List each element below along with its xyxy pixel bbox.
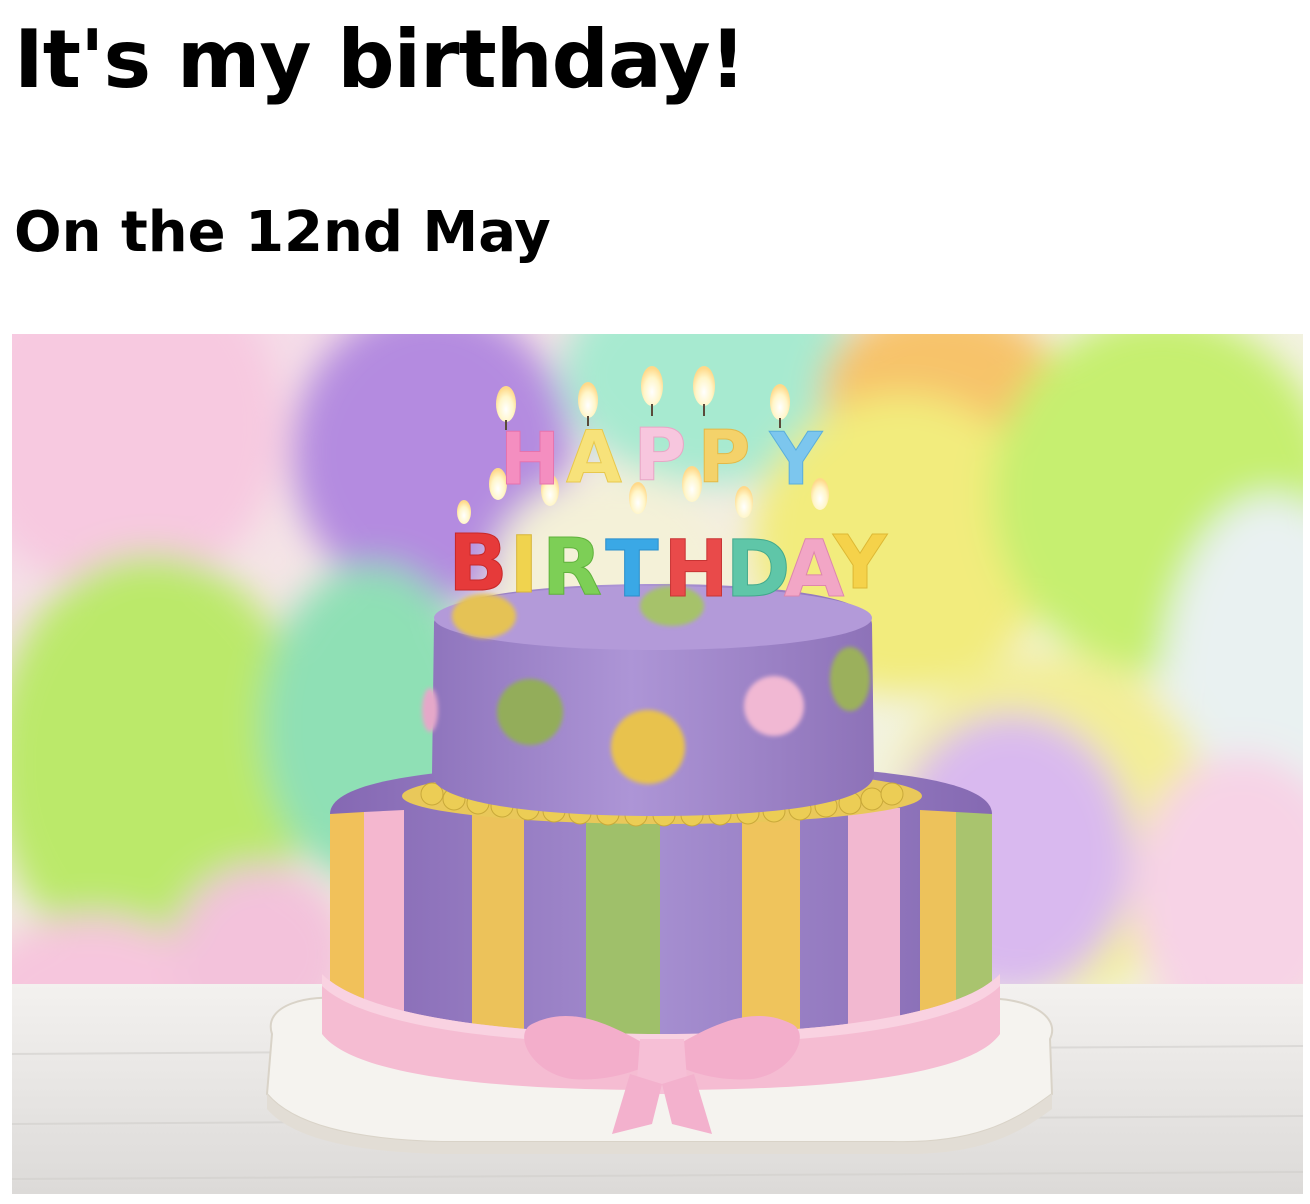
- birthday-cake-image: H A P P Y B I R T H D A Y: [12, 334, 1303, 1194]
- svg-text:B: B: [448, 519, 507, 609]
- svg-text:H: H: [500, 417, 560, 501]
- svg-text:Y: Y: [769, 417, 823, 501]
- cake-top-tier: [422, 584, 874, 816]
- page-title: It's my birthday!: [14, 13, 746, 106]
- svg-text:T: T: [605, 525, 658, 615]
- page-subtitle: On the 12nd May: [14, 200, 551, 265]
- svg-text:A: A: [566, 415, 622, 499]
- svg-text:H: H: [663, 525, 728, 615]
- svg-text:R: R: [542, 523, 602, 613]
- svg-text:P: P: [634, 413, 687, 497]
- svg-text:Y: Y: [832, 520, 888, 606]
- svg-text:P: P: [698, 415, 751, 499]
- svg-text:D: D: [726, 525, 791, 615]
- svg-text:I: I: [509, 521, 538, 611]
- birthday-cake-illustration: H A P P Y B I R T H D A Y: [12, 334, 1303, 1194]
